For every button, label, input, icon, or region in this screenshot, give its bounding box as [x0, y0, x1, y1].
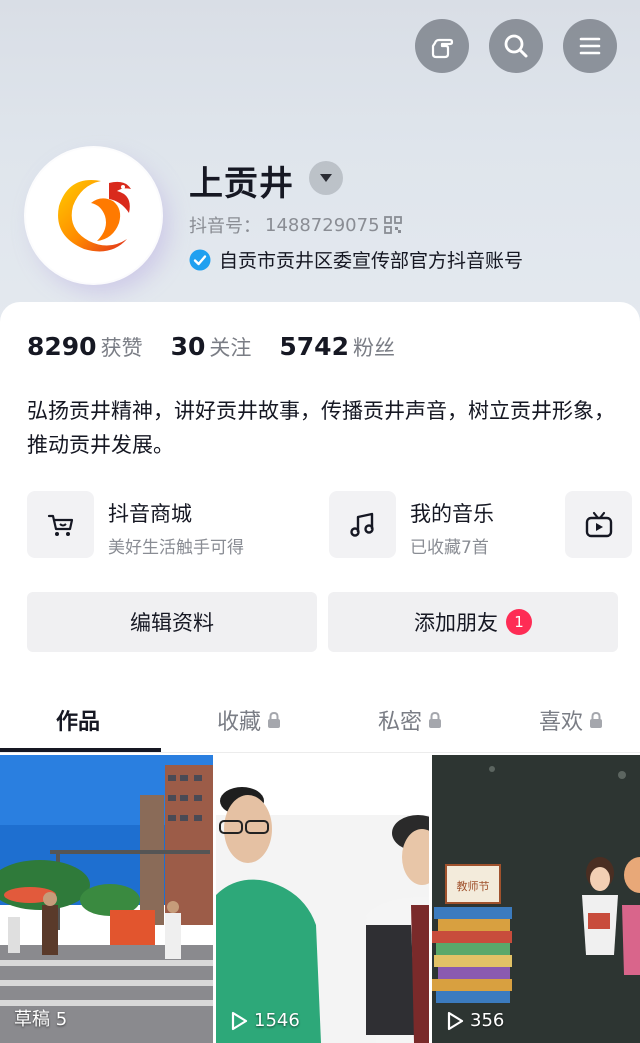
profile-bio: 弘扬贡井精神，讲好贡井故事，传播贡井声音，树立贡井形象，推动贡井发展。 [27, 399, 615, 457]
people-scene-image [216, 755, 429, 1043]
stat-followers-label: 粉丝 [352, 336, 395, 360]
shop-service-button[interactable] [27, 491, 94, 558]
stat-followers[interactable]: 5742 粉丝 [279, 332, 395, 362]
shop-service-title[interactable]: 抖音商城 [108, 498, 192, 528]
lock-icon [268, 711, 281, 728]
edit-profile-button[interactable]: 编辑资料 [27, 592, 317, 652]
add-friends-button[interactable]: 添加朋友 1 [328, 592, 618, 652]
profile-name: 上贡井 [189, 164, 294, 204]
verification-row: 自贡市贡井区委宣传部官方抖音账号 [189, 246, 523, 273]
stat-following-label: 关注 [209, 336, 252, 360]
search-button[interactable] [489, 19, 543, 73]
draft-label: 草稿 5 [14, 1009, 68, 1030]
shop-service-subtitle: 美好生活触手可得 [108, 538, 244, 558]
douyin-id-label: 抖音号： [189, 216, 261, 237]
stat-likes-count: 8290 [27, 332, 97, 361]
play-icon [447, 1011, 464, 1030]
tv-service-button[interactable] [565, 491, 632, 558]
tab-works[interactable]: 作品 [56, 704, 100, 736]
play-icon [231, 1011, 248, 1030]
stat-likes[interactable]: 8290 获赞 [27, 332, 143, 362]
tab-divider [0, 752, 640, 753]
play-count-row: 356 [446, 1010, 504, 1031]
stat-followers-count: 5742 [279, 332, 349, 361]
account-switch-button[interactable] [309, 161, 343, 195]
teachers-day-sign: 教师节 [457, 880, 490, 893]
lock-icon [590, 711, 603, 728]
verification-text: 自贡市贡井区委宣传部官方抖音账号 [219, 250, 524, 272]
tab-private[interactable]: 私密 [378, 704, 442, 736]
douyin-id-value: 1488729075 [265, 214, 380, 236]
phoenix-logo-icon [57, 179, 131, 251]
qr-code-icon[interactable] [383, 216, 402, 234]
tab-private-label: 私密 [378, 710, 423, 735]
tv-icon [585, 511, 612, 537]
tab-favorites[interactable]: 收藏 [217, 704, 281, 736]
video-thumbnail-2[interactable]: 1546 [216, 755, 429, 1043]
hand-pointer-button[interactable] [415, 19, 469, 73]
music-note-icon [349, 512, 374, 537]
music-service-subtitle: 已收藏7首 [410, 538, 489, 558]
teachers-day-image: 教师节 [432, 755, 640, 1043]
play-count: 1546 [254, 1010, 300, 1031]
tab-works-label: 作品 [56, 710, 101, 735]
edit-profile-label: 编辑资料 [130, 611, 214, 635]
add-friends-label: 添加朋友 [414, 611, 498, 635]
verified-badge-icon [189, 249, 211, 270]
stat-following[interactable]: 30 关注 [171, 332, 252, 362]
stat-following-count: 30 [170, 332, 206, 361]
notification-badge: 1 [506, 609, 532, 635]
street-scene-image [0, 755, 213, 1043]
avatar[interactable] [26, 148, 161, 283]
search-icon [504, 34, 528, 58]
music-service-button[interactable] [329, 491, 396, 558]
menu-button[interactable] [563, 19, 617, 73]
shopping-cart-icon [47, 514, 73, 536]
video-thumbnail-draft[interactable]: 草稿 5 [0, 755, 213, 1043]
hand-pointer-icon [431, 38, 454, 59]
caret-down-icon [320, 174, 332, 182]
tab-likes-label: 喜欢 [539, 710, 584, 735]
music-service-title[interactable]: 我的音乐 [410, 498, 494, 528]
stats-row: 8290 获赞 30 关注 5742 粉丝 [27, 332, 395, 362]
lock-icon [429, 711, 442, 728]
tab-favorites-label: 收藏 [217, 710, 262, 735]
video-thumbnail-3[interactable]: 教师节 356 [432, 755, 640, 1043]
stat-likes-label: 获赞 [100, 336, 143, 360]
douyin-id-row: 抖音号： 1488729075 [189, 212, 402, 238]
tab-likes[interactable]: 喜欢 [539, 704, 603, 736]
menu-icon [579, 37, 601, 55]
play-count: 356 [470, 1010, 505, 1031]
play-count-row: 1546 [230, 1010, 300, 1031]
